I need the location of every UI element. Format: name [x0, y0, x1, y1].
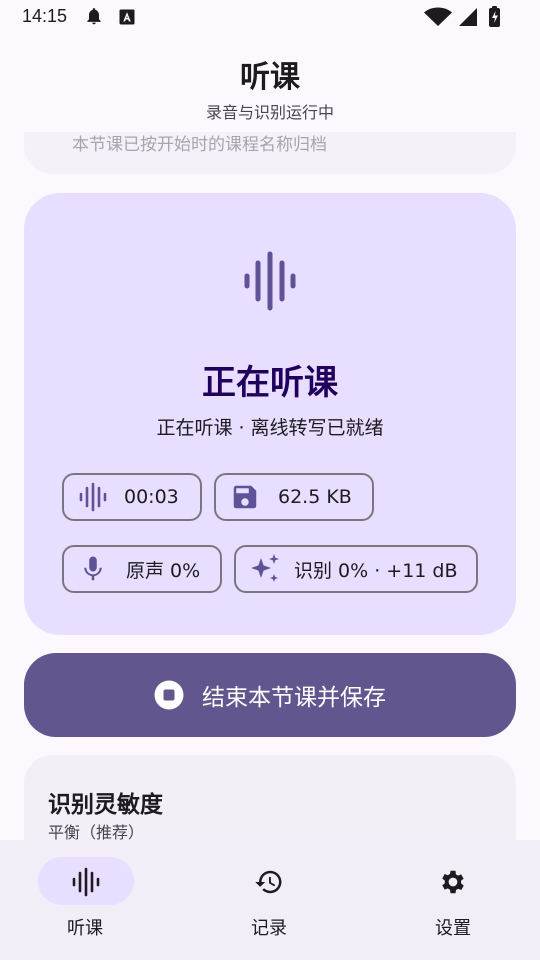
page-title: 听课 [240, 60, 300, 95]
recognition-level-value: 识别 0% · +11 dB [294, 559, 458, 582]
archived-info-text: 本节课已按开始时的课程名称归档 [72, 135, 327, 155]
status-bar: 14:15 [0, 0, 540, 34]
sensitivity-title: 识别灵敏度 [48, 792, 163, 818]
file-size-chip: 62.5 KB [214, 473, 374, 521]
system-status-icons [424, 6, 500, 27]
waveform-icon [72, 867, 100, 897]
stop-circle-icon [154, 680, 184, 710]
nav-label-settings: 设置 [435, 918, 471, 939]
recognition-level-chip: 识别 0% · +11 dB [234, 545, 478, 593]
signal-icon [459, 8, 477, 26]
listening-screen: 本节课已按开始时的课程名称归档 14:15 听课 录音与识别运行中 正在听课 正… [0, 0, 540, 960]
page-subtitle: 录音与识别运行中 [205, 103, 334, 122]
duration-chip: 00:03 [62, 473, 202, 521]
listening-status-card: 正在听课 正在听课 · 离线转写已就绪 00:03 62.5 KB 原声 0% … [24, 193, 516, 635]
raw-level-chip: 原声 0% [62, 545, 222, 593]
nav-label-records: 记录 [251, 918, 287, 939]
microphone-icon [84, 556, 102, 581]
waveform-icon [244, 251, 296, 311]
nav-label-listen: 听课 [67, 918, 103, 939]
duration-value: 00:03 [124, 486, 179, 508]
listening-subtitle: 正在听课 · 离线转写已就绪 [156, 417, 384, 439]
bell-icon [87, 8, 101, 25]
end-and-save-label: 结束本节课并保存 [202, 685, 386, 711]
end-and-save-button[interactable]: 结束本节课并保存 [24, 653, 516, 737]
raw-level-value: 原声 0% [126, 559, 201, 582]
file-size-value: 62.5 KB [278, 486, 352, 508]
history-icon [255, 870, 282, 894]
status-time: 14:15 [22, 6, 68, 26]
nav-item-settings[interactable]: 设置 [360, 840, 540, 960]
gear-icon [442, 870, 464, 894]
sparkle-icon [251, 554, 279, 582]
battery-charging-icon [489, 6, 500, 27]
listening-title: 正在听课 [202, 363, 338, 403]
a-icon [119, 9, 135, 25]
wifi-icon [424, 7, 452, 26]
bottom-navigation: 听课 记录 设置 [0, 840, 540, 960]
nav-item-records[interactable]: 记录 [180, 840, 360, 960]
waveform-icon [79, 482, 107, 512]
nav-item-listen[interactable]: 听课 [0, 840, 180, 960]
save-icon [233, 485, 257, 509]
